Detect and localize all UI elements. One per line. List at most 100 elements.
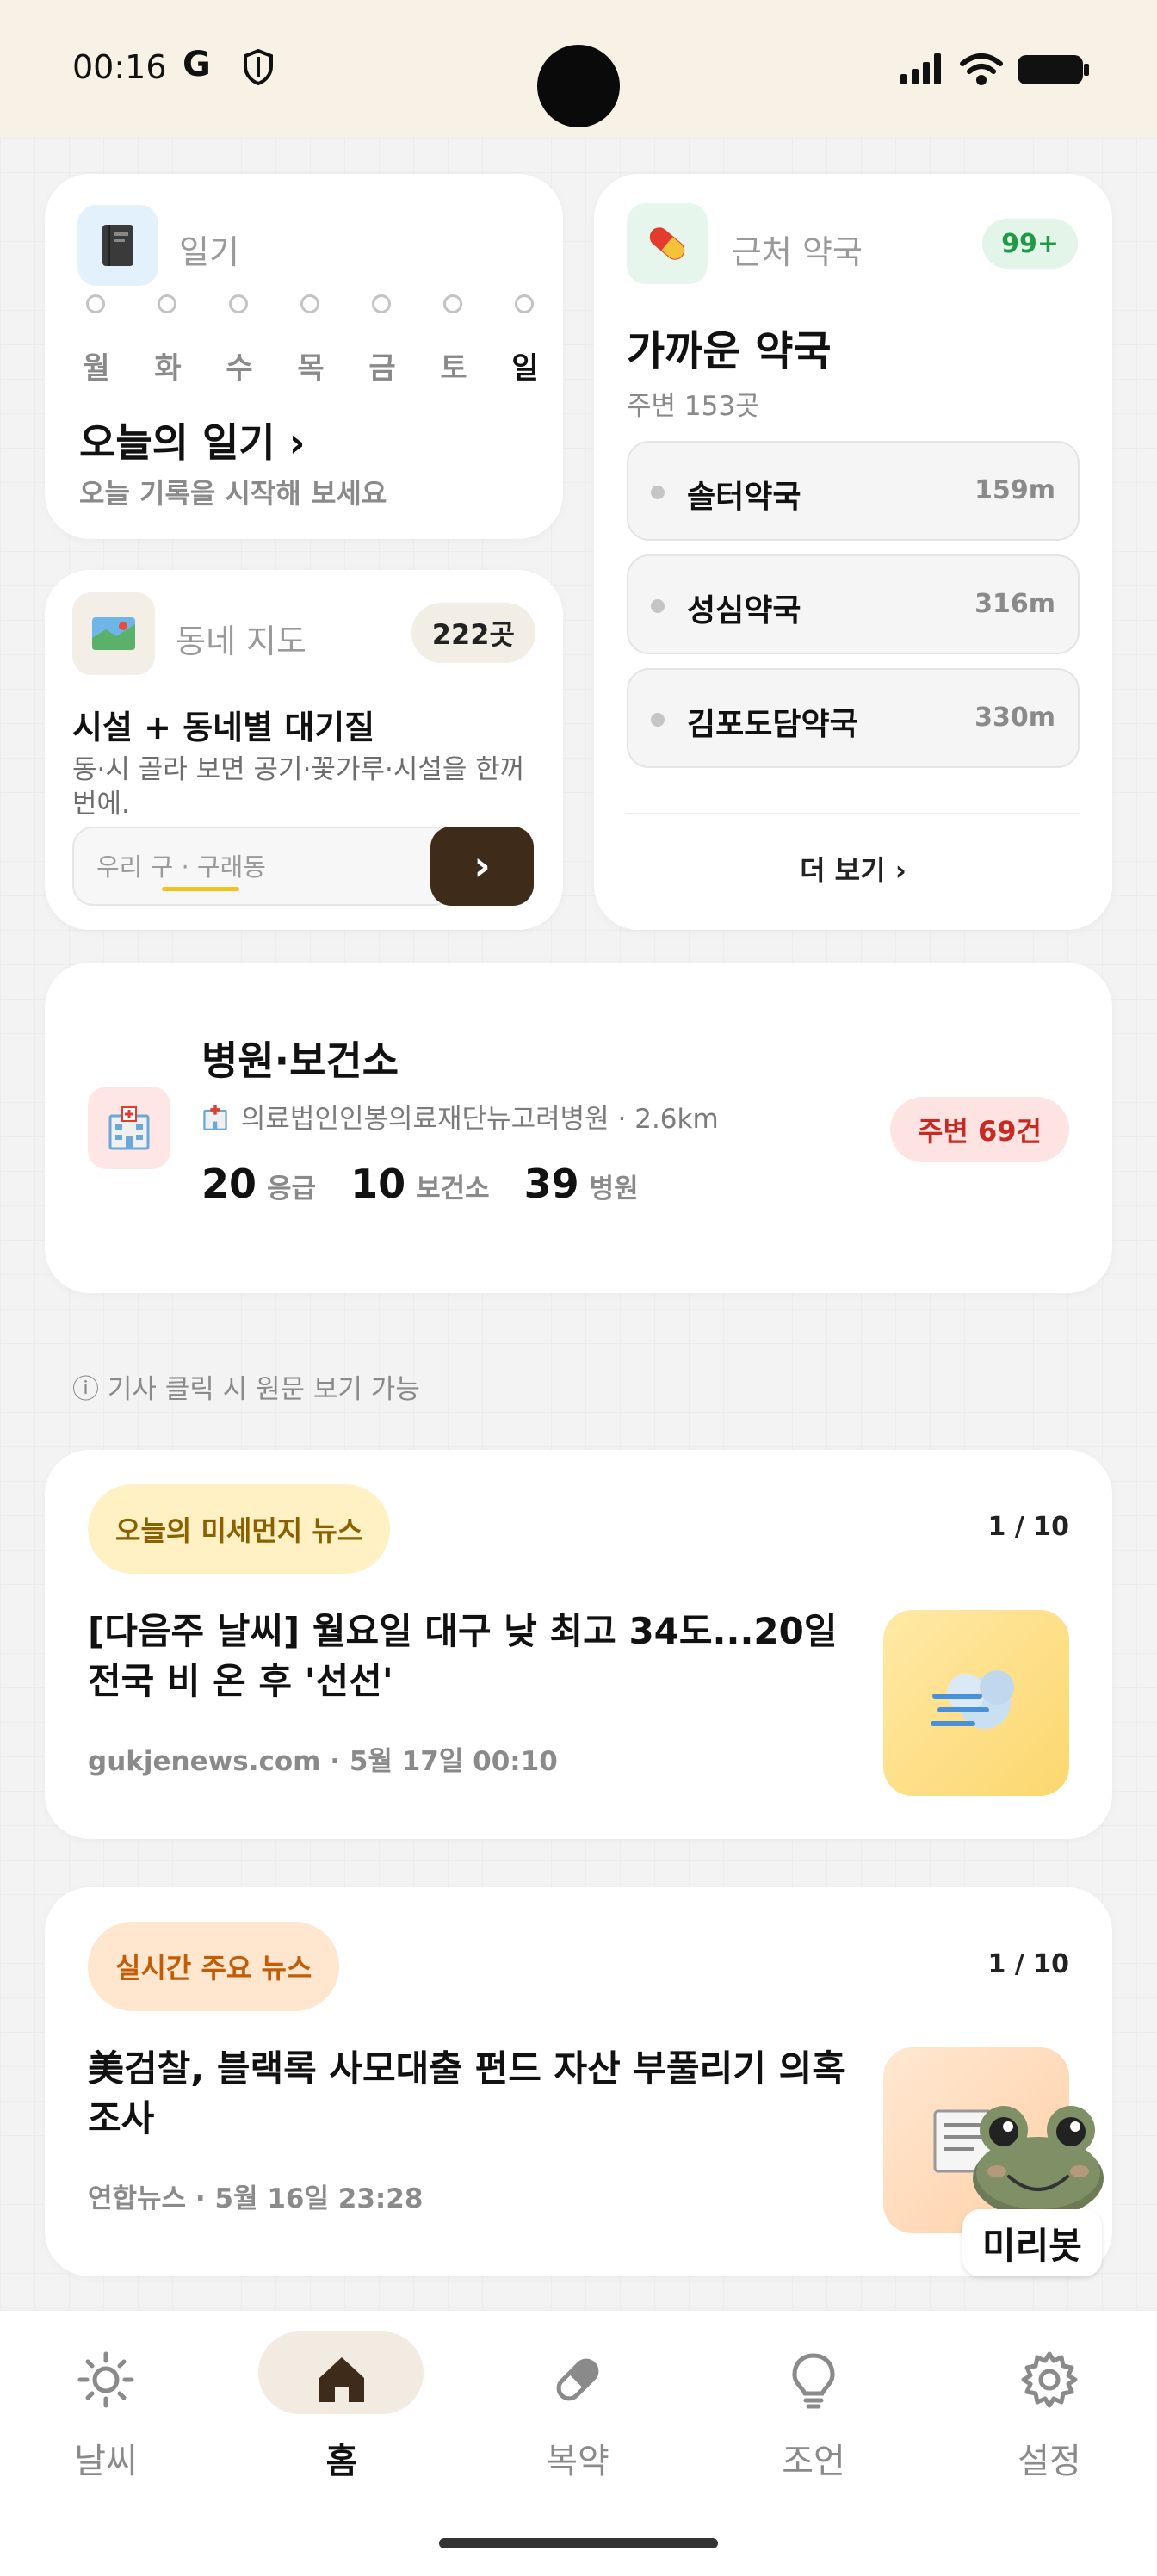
pharmacy-name: 김포도담약국: [687, 707, 858, 742]
bottom-nav: 날씨 홈 복약 조언 설정: [0, 2309, 1157, 2576]
home-icon: [319, 2357, 364, 2402]
news-headline[interactable]: 美검찰, 블랙록 사모대출 펀드 자산 부풀리기 의혹 조사: [88, 2044, 845, 2144]
stat-value: 20: [201, 1161, 257, 1207]
week-dots: [86, 294, 534, 313]
pharmacy-item[interactable]: 성심약국 316m: [627, 554, 1080, 654]
battery-icon: [1018, 55, 1089, 84]
hospital-small-icon: [201, 1104, 232, 1138]
pill-icon: [627, 203, 708, 284]
map-go-button[interactable]: ›: [430, 827, 534, 906]
day-label-today: 일: [511, 351, 539, 386]
nav-label: 설정: [1018, 2442, 1081, 2481]
diary-title-link[interactable]: 오늘의 일기 ›: [79, 412, 306, 468]
pharmacy-item[interactable]: 솔터약국 159m: [627, 441, 1080, 541]
status-time: 00:16: [72, 48, 167, 86]
news-thumbnail[interactable]: [883, 1610, 1069, 1796]
news-headline[interactable]: [다음주 날씨] 월요일 대구 낮 최고 34도...20일 전국 비 온 후 …: [88, 1607, 845, 1706]
nav-advice[interactable]: 조언: [732, 2349, 895, 2483]
region-select-value: 우리 구 · 구래동: [96, 852, 266, 882]
stat-value: 39: [523, 1161, 579, 1207]
pharmacy-distance: 316m: [974, 589, 1055, 619]
pharmacy-count-badge: 99+: [982, 219, 1078, 269]
pharmacy-name: 성심약국: [687, 593, 801, 629]
stat-value: 10: [350, 1161, 406, 1207]
diary-subtitle: 오늘 기록을 시작해 보세요: [79, 477, 387, 510]
pharmacy-distance: 330m: [974, 703, 1055, 733]
google-icon: G: [183, 45, 211, 84]
map-icon: [72, 592, 155, 675]
hospital-title: 병원·보건소: [201, 1037, 399, 1084]
mascot-label[interactable]: 미리봇: [962, 2209, 1102, 2276]
wind-icon: [931, 1670, 1014, 1729]
week-days: 월 화 수 목 금 토 일: [83, 344, 539, 387]
region-select[interactable]: 우리 구 · 구래동: [72, 827, 455, 906]
hospital-count-badge: 주변 69건: [890, 1097, 1069, 1162]
day-dot: [300, 294, 319, 313]
gear-icon: [1021, 2351, 1078, 2408]
nearest-hospital: 의료법인인봉의료재단뉴고려병원 · 2.6km: [201, 1097, 719, 1138]
day-label: 토: [440, 351, 467, 386]
diary-card[interactable]: 일기 월 화 수 목 금 토 일 오늘의 일기 › 오늘 기록을 시작해 보세요: [45, 174, 563, 539]
divider: [627, 813, 1080, 814]
hospital-card[interactable]: 병원·보건소 의료법인인봉의료재단뉴고려병원 · 2.6km 20 응급 10 …: [45, 963, 1112, 1293]
home-indicator[interactable]: [439, 2538, 718, 2548]
nav-label: 조언: [782, 2442, 845, 2481]
news-info-note: ⓘ 기사 클릭 시 원문 보기 가능: [72, 1374, 420, 1405]
stat-label: 보건소: [416, 1173, 490, 1204]
pharmacy-title: 가까운 약국: [627, 327, 832, 375]
top-news-card[interactable]: 실시간 주요 뉴스 1 / 10 美검찰, 블랙록 사모대출 펀드 자산 부풀리…: [45, 1887, 1112, 2276]
nav-label: 홈: [325, 2442, 358, 2481]
news-source: gukjenews.com · 5월 17일 00:10: [88, 1746, 558, 1777]
pharmacy-label: 근처 약국: [732, 233, 863, 271]
day-dot: [158, 294, 176, 313]
day-label: 월: [83, 351, 110, 386]
news-source: 연합뉴스 · 5월 16일 23:28: [88, 2183, 424, 2214]
pharmacy-subtitle: 주변 153곳: [627, 391, 760, 422]
map-title: 시설 + 동네별 대기질: [72, 709, 375, 746]
day-dot: [229, 294, 248, 313]
notebook-icon: [77, 205, 158, 286]
map-description: 동·시 골라 보면 공기·꽃가루·시설을 한꺼번에.: [72, 754, 525, 820]
map-label: 동네 지도: [176, 622, 306, 660]
day-label: 화: [154, 351, 182, 386]
nav-label: 날씨: [74, 2442, 138, 2481]
stat-label: 병원: [589, 1173, 639, 1204]
diary-label: 일기: [179, 233, 239, 271]
nav-label: 복약: [546, 2442, 609, 2481]
pill-icon: [556, 2358, 599, 2401]
pharmacy-card[interactable]: 근처 약국 99+ 가까운 약국 주변 153곳 솔터약국 159m 성심약국 …: [594, 174, 1112, 930]
hospital-stats: 20 응급 10 보건소 39 병원: [201, 1161, 673, 1207]
day-label: 금: [368, 351, 396, 386]
day-dot: [443, 294, 462, 313]
news-page-counter: 1 / 10: [987, 1512, 1069, 1542]
signal-icon: [900, 53, 941, 84]
nav-medication[interactable]: 복약: [496, 2349, 659, 2483]
pharmacy-more-button[interactable]: 더 보기 ›: [594, 849, 1112, 889]
day-dot: [86, 294, 105, 313]
wifi-icon: [960, 53, 1003, 85]
day-dot: [372, 294, 391, 313]
sun-icon: [77, 2351, 134, 2408]
pharmacy-name: 솔터약국: [687, 480, 801, 515]
neighborhood-map-card[interactable]: 동네 지도 222곳 시설 + 동네별 대기질 동·시 골라 보면 공기·꽃가루…: [45, 570, 563, 930]
frog-mascot-icon[interactable]: [964, 2094, 1111, 2223]
nearest-hospital-text: 의료법인인봉의료재단뉴고려병원 · 2.6km: [240, 1104, 719, 1135]
camera-cutout: [537, 45, 620, 127]
shield-icon: [241, 48, 275, 90]
top-news-tag: 실시간 주요 뉴스: [88, 1922, 340, 2011]
map-count-badge: 222곳: [411, 603, 535, 663]
nav-home[interactable]: 홈: [260, 2349, 424, 2483]
hospital-icon: [88, 1087, 170, 1169]
dust-news-tag: 오늘의 미세먼지 뉴스: [88, 1484, 391, 1574]
day-dot: [515, 294, 534, 313]
day-label: 수: [226, 351, 253, 386]
region-underline: [162, 887, 239, 891]
dust-news-card[interactable]: 오늘의 미세먼지 뉴스 1 / 10 [다음주 날씨] 월요일 대구 낮 최고 …: [45, 1450, 1112, 1839]
bullet: [651, 713, 665, 727]
day-label: 목: [297, 351, 325, 386]
status-icons: [897, 50, 1095, 91]
nav-weather[interactable]: 날씨: [24, 2349, 188, 2483]
pharmacy-item[interactable]: 김포도담약국 330m: [627, 668, 1080, 768]
bullet: [651, 486, 665, 499]
nav-settings[interactable]: 설정: [968, 2349, 1131, 2483]
